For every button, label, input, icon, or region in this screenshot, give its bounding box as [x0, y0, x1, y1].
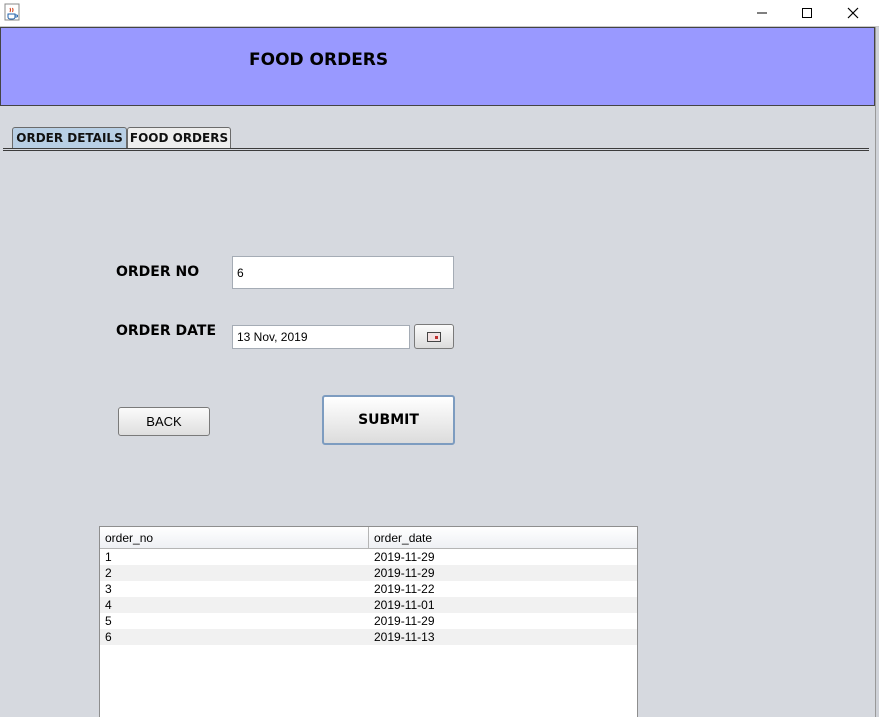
calendar-icon	[427, 331, 441, 342]
table-body: 1 2019-11-29 2 2019-11-29 3 2019-11-22 4…	[100, 549, 637, 645]
minimize-button[interactable]	[739, 0, 785, 26]
table-row[interactable]: 3 2019-11-22	[100, 581, 637, 597]
cell-order-date: 2019-11-01	[374, 598, 435, 612]
app-header: FOOD ORDERS	[0, 27, 875, 106]
tab-order-details[interactable]: ORDER DETAILS	[12, 127, 127, 148]
maximize-button[interactable]	[784, 0, 830, 26]
cell-order-no: 3	[105, 582, 112, 596]
back-button[interactable]: BACK	[118, 407, 210, 436]
column-header-order-date[interactable]: order_date	[369, 527, 637, 548]
date-picker-button[interactable]	[414, 324, 454, 349]
order-no-input[interactable]: 6	[232, 256, 454, 289]
java-coffee-icon[interactable]	[4, 3, 20, 21]
table-row[interactable]: 4 2019-11-01	[100, 597, 637, 613]
order-no-label: ORDER NO	[116, 264, 200, 280]
order-date-label: ORDER DATE	[116, 323, 217, 339]
cell-order-no: 2	[105, 566, 112, 580]
table-row[interactable]: 1 2019-11-29	[100, 549, 637, 565]
window-edge	[875, 27, 879, 717]
cell-order-date: 2019-11-13	[374, 630, 435, 644]
order-date-input[interactable]: 13 Nov, 2019	[232, 325, 410, 349]
cell-order-date: 2019-11-29	[374, 566, 435, 580]
table-row[interactable]: 6 2019-11-13	[100, 629, 637, 645]
title-bar	[0, 0, 879, 27]
cell-order-no: 5	[105, 614, 112, 628]
cell-order-no: 4	[105, 598, 112, 612]
table-row[interactable]: 5 2019-11-29	[100, 613, 637, 629]
column-header-order-no[interactable]: order_no	[100, 527, 369, 548]
maximize-icon	[802, 8, 812, 18]
close-button[interactable]	[830, 0, 876, 26]
cell-order-date: 2019-11-29	[374, 614, 435, 628]
orders-table: order_no order_date 1 2019-11-29 2 2019-…	[99, 526, 638, 717]
table-row[interactable]: 2 2019-11-29	[100, 565, 637, 581]
tab-divider	[3, 148, 869, 151]
cell-order-no: 6	[105, 630, 112, 644]
cell-order-date: 2019-11-22	[374, 582, 435, 596]
tab-food-orders[interactable]: FOOD ORDERS	[127, 127, 231, 148]
submit-button[interactable]: SUBMIT	[322, 395, 455, 445]
page-title: FOOD ORDERS	[249, 50, 389, 70]
cell-order-date: 2019-11-29	[374, 550, 435, 564]
close-icon	[847, 7, 859, 19]
minimize-icon	[757, 12, 767, 14]
table-header: order_no order_date	[100, 527, 637, 549]
cell-order-no: 1	[105, 550, 112, 564]
